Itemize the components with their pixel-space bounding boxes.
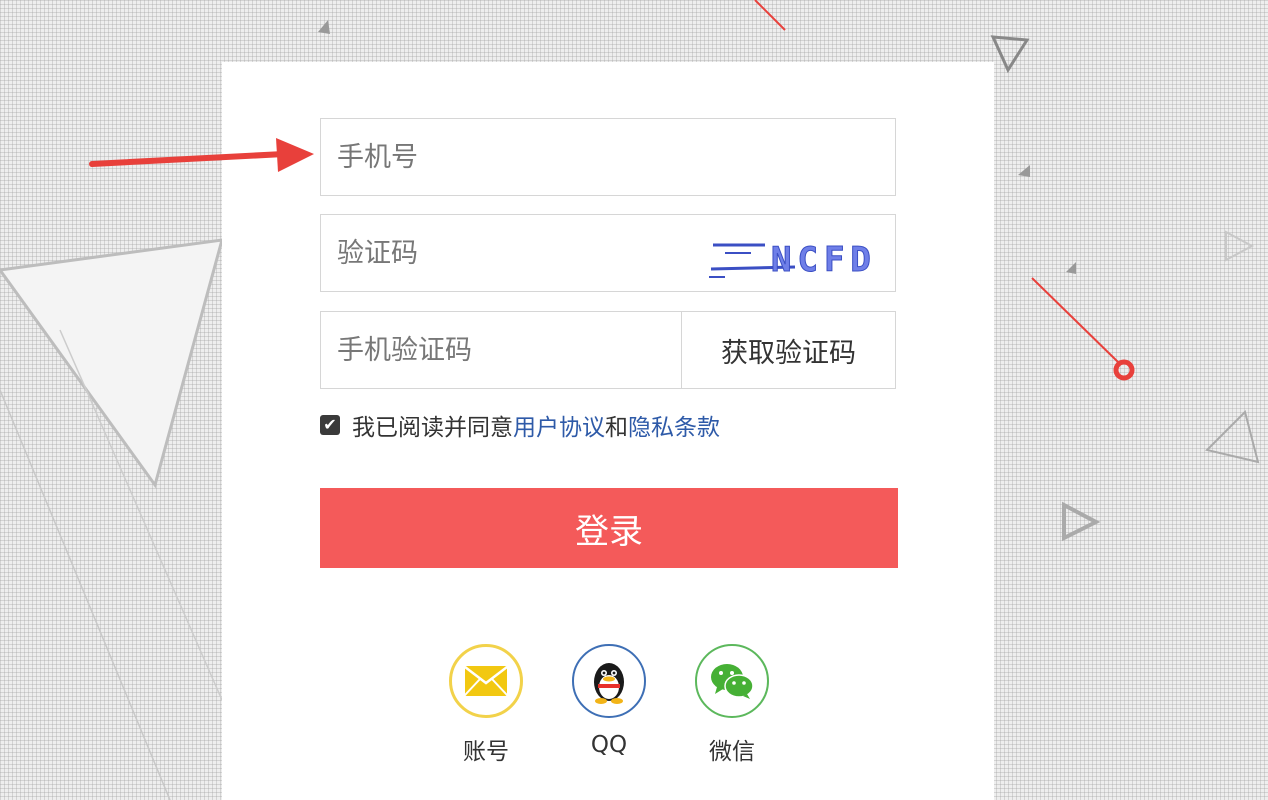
phone-input[interactable] (321, 119, 895, 195)
get-code-button[interactable]: 获取验证码 (681, 312, 895, 388)
account-login-label: 账号 (463, 739, 509, 765)
login-panel: NCFD 获取验证码 ✔ 我已阅读并同意用户协议和隐私条款 登录 账号 (222, 62, 994, 800)
qq-penguin-icon (572, 644, 646, 718)
sms-code-input[interactable] (321, 312, 681, 388)
agreement-checkbox[interactable]: ✔ (320, 415, 340, 435)
arrow-pointer (89, 138, 314, 172)
mail-icon (449, 644, 523, 718)
wechat-icon (695, 644, 769, 718)
user-agreement-link[interactable]: 用户协议 (513, 408, 605, 442)
agreement-prefix: 我已阅读并同意 (352, 415, 513, 441)
wechat-login-label: 微信 (709, 739, 755, 765)
agreement-conjunction: 和 (605, 415, 628, 441)
login-button[interactable]: 登录 (320, 488, 898, 568)
privacy-policy-link[interactable]: 隐私条款 (628, 408, 720, 442)
triangle-decoration (990, 35, 1030, 74)
triangle-decoration (0, 238, 225, 489)
captcha-image[interactable]: NCFD (705, 223, 893, 285)
wechat-login-option[interactable]: 微信 (677, 644, 787, 766)
play-decoration (1062, 501, 1101, 542)
sms-code-field: 获取验证码 (320, 311, 896, 389)
captcha-text: NCFD (771, 240, 877, 280)
qq-login-label: QQ (590, 732, 628, 758)
red-dot-decoration (1113, 359, 1135, 381)
account-login-option[interactable]: 账号 (431, 644, 541, 766)
qq-login-option[interactable]: QQ (554, 644, 664, 758)
phone-field (320, 118, 896, 196)
agreement-row: ✔ 我已阅读并同意 用户协议和隐私条款 (320, 408, 720, 442)
triangle-decoration (1205, 410, 1260, 464)
captcha-input[interactable] (321, 215, 691, 291)
captcha-field: NCFD (320, 214, 896, 292)
